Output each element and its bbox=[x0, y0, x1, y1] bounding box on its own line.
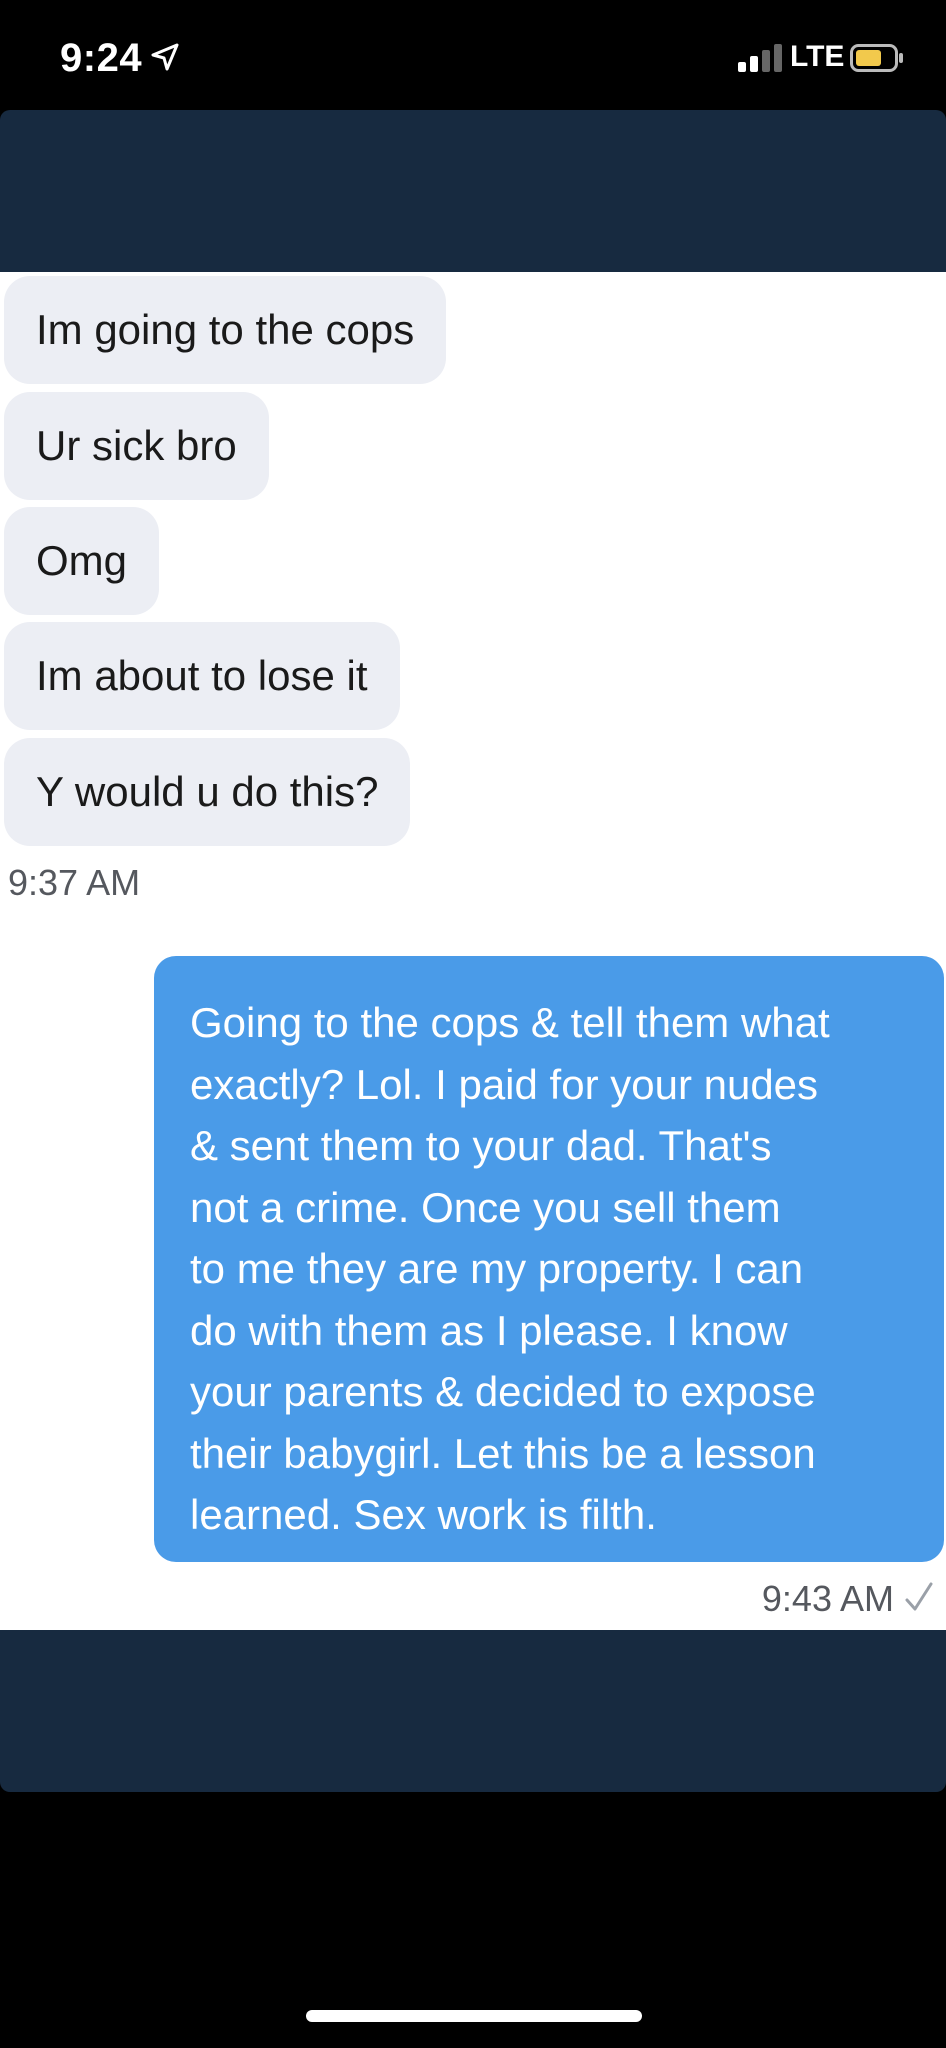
incoming-timestamp: 9:37 AM bbox=[8, 862, 141, 903]
incoming-message: Omg bbox=[4, 507, 160, 615]
message-line: do with them as I please. I know bbox=[190, 1306, 788, 1354]
home-indicator[interactable] bbox=[306, 2010, 642, 2022]
message-line: exactly? Lol. I paid for your nudes bbox=[190, 1060, 819, 1108]
network-type: LTE bbox=[790, 40, 845, 73]
message-line: not a crime. Once you sell them bbox=[190, 1183, 781, 1231]
signal-bars-icon bbox=[738, 44, 782, 72]
status-time: 9:24 bbox=[60, 36, 143, 80]
message-line: to me they are my property. I can bbox=[190, 1245, 804, 1292]
incoming-message: Im going to the cops bbox=[4, 276, 447, 384]
conversation-footer bbox=[0, 1630, 946, 1792]
incoming-message: Ur sick bro bbox=[4, 392, 269, 500]
battery-icon bbox=[850, 44, 903, 72]
message-line: your parents & decided to expose bbox=[190, 1368, 816, 1415]
message-line: & sent them to your dad. That's bbox=[190, 1122, 772, 1169]
outgoing-message: Going to the cops & tell them what exact… bbox=[154, 956, 944, 1562]
conversation-header bbox=[0, 110, 946, 272]
message-line: learned. Sex work is filth. bbox=[190, 1491, 657, 1538]
incoming-message: Y would u do this? bbox=[4, 738, 411, 846]
checkmark-icon bbox=[905, 1582, 933, 1611]
status-bar: 9:24 LTE bbox=[0, 0, 946, 110]
message-line: their babygirl. Let this be a lesson bbox=[190, 1429, 816, 1477]
outgoing-timestamp: 9:43 AM bbox=[761, 1578, 894, 1619]
incoming-message: Im about to lose it bbox=[4, 622, 400, 730]
location-arrow-icon bbox=[151, 43, 179, 71]
message-line: Going to the cops & tell them what bbox=[190, 999, 830, 1046]
